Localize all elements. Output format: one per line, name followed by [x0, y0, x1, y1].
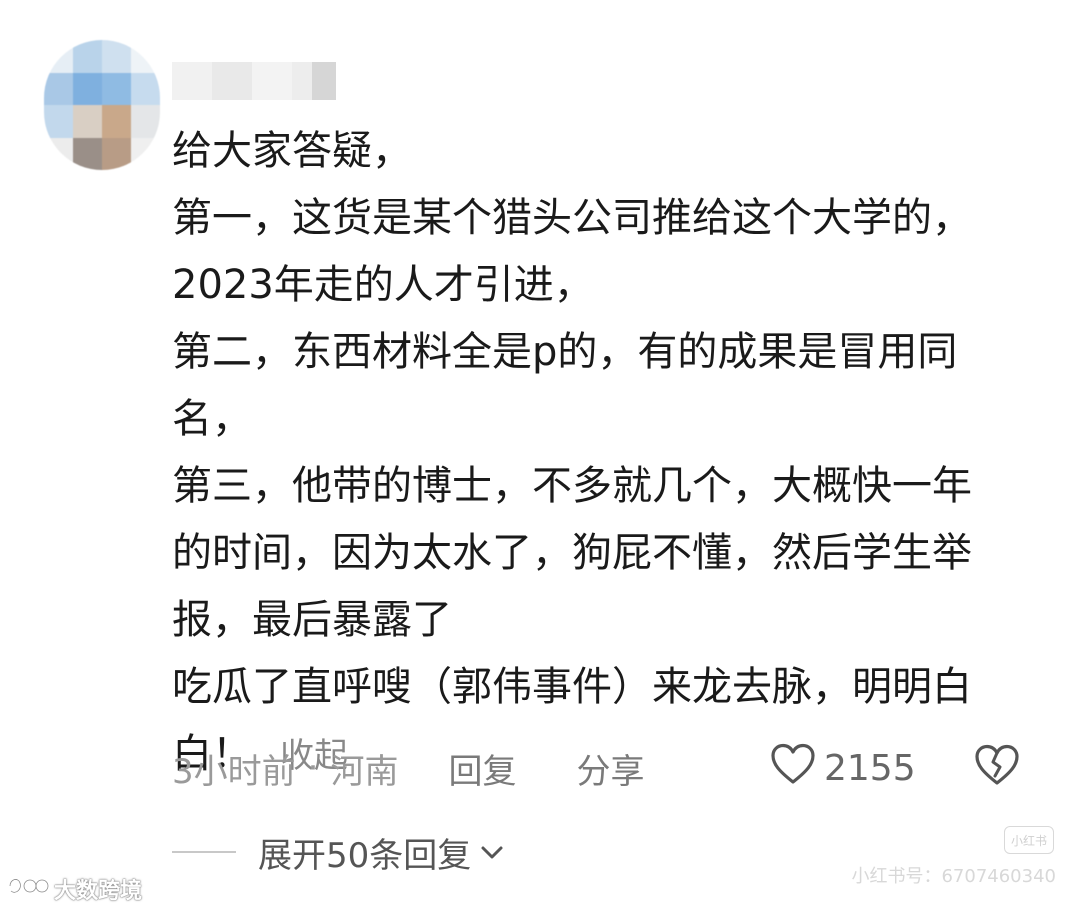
comment-line: 报，最后暴露了	[172, 597, 452, 643]
username-blurred[interactable]	[172, 62, 342, 100]
comment-text: 给大家答疑， 第一，这货是某个猎头公司推给这个大学的， 2023年走的人才引进，…	[172, 118, 1042, 790]
comment-line: 的时间，因为太水了，狗屁不懂，然后学生举	[172, 530, 972, 576]
comment-line: 第一，这货是某个猎头公司推给这个大学的，	[172, 195, 972, 241]
dislike-button[interactable]	[974, 744, 1020, 795]
location: 河南	[330, 751, 399, 792]
like-count: 2155	[824, 747, 916, 789]
watermark-badge: 小红书	[1004, 826, 1054, 854]
comment-line: 第二，东西材料全是p的，有的成果是冒用同	[172, 329, 958, 375]
watermark-right: 小红书号：6707460340	[851, 866, 1056, 887]
comment-meta: 3小时前 · 河南 回复 分享 2155	[172, 740, 1032, 796]
brand-logo-icon	[6, 873, 50, 905]
chevron-down-icon[interactable]	[479, 832, 505, 872]
watermark-left: 大数跨境	[6, 872, 142, 906]
comment-line: 名，	[172, 396, 252, 442]
expand-replies[interactable]: 展开50条回复	[172, 826, 505, 878]
like-button[interactable]: 2155	[770, 740, 916, 796]
avatar[interactable]	[44, 40, 160, 170]
divider-line	[172, 851, 236, 853]
reply-button[interactable]: 回复	[448, 744, 516, 793]
comment-line: 2023年走的人才引进，	[172, 262, 594, 308]
watermark-left-text: 大数跨境	[54, 879, 143, 904]
share-button[interactable]: 分享	[576, 744, 644, 793]
meta-separator: ·	[307, 748, 319, 788]
comment-line: 给大家答疑，	[172, 128, 412, 174]
expand-replies-label[interactable]: 展开50条回复	[258, 828, 471, 877]
comment-screen: 给大家答疑， 第一，这货是某个猎头公司推给这个大学的， 2023年走的人才引进，…	[0, 0, 1080, 910]
broken-heart-icon	[974, 744, 1020, 795]
comment-line: 第三，他带的博士，不多就几个，大概快一年	[172, 463, 972, 509]
timestamp: 3小时前	[172, 751, 296, 792]
heart-outline-icon	[770, 743, 816, 794]
comment-line: 吃瓜了直呼嗖（郭伟事件）来龙去脉，明明白	[172, 664, 972, 710]
